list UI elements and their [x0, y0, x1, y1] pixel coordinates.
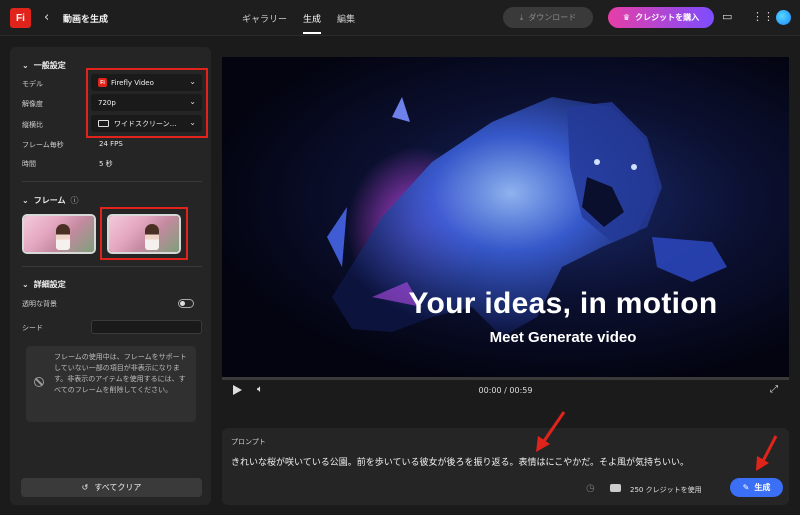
- generate-button[interactable]: ✎ 生成: [730, 478, 783, 497]
- notice-text: フレームの使用中は、フレームをサポートしていない一部の項目が非表示になります。非…: [54, 353, 187, 394]
- apps-grid-icon[interactable]: ⋮⋮: [752, 10, 774, 23]
- info-icon[interactable]: ⓘ: [70, 195, 78, 206]
- model-label: モデル: [22, 80, 43, 88]
- first-frame-thumbnail[interactable]: [22, 214, 96, 254]
- transparent-bg-toggle[interactable]: [178, 299, 194, 308]
- back-arrow-icon[interactable]: ‹: [44, 10, 49, 25]
- top-bar: Fi ‹ 動画を生成 ギャラリー 生成 編集 ⤓ ダウンロード ♛ クレジットを…: [0, 0, 800, 36]
- feedback-icon[interactable]: ▭: [722, 10, 732, 23]
- buy-credits-button[interactable]: ♛ クレジットを購入: [608, 7, 714, 28]
- tab-gallery[interactable]: ギャラリー: [242, 12, 287, 34]
- video-headline: Your ideas, in motion: [408, 287, 718, 320]
- generate-icon: ✎: [742, 483, 750, 492]
- crown-icon: ♛: [622, 13, 631, 22]
- credits-text: 250 クレジットを使用: [630, 486, 702, 494]
- prompt-panel: プロンプト きれいな桜が咲いている公園。前を歩いている彼女が後ろを振り返る。表情…: [222, 428, 789, 505]
- history-icon[interactable]: ◷: [586, 483, 595, 494]
- fps-label: フレーム毎秒: [22, 141, 64, 149]
- annotation-arrow-icon: [536, 411, 566, 452]
- firefly-logo[interactable]: Fi: [10, 8, 31, 28]
- reset-icon: ↺: [81, 483, 89, 492]
- duration-value: 5 秒: [99, 160, 113, 168]
- avatar[interactable]: [776, 10, 791, 25]
- prompt-input[interactable]: きれいな桜が咲いている公園。前を歩いている彼女が後ろを振り返る。表情はにこやかだ…: [231, 455, 689, 468]
- frames-header[interactable]: ⌄ フレーム ⓘ: [22, 195, 78, 206]
- duration-label: 時間: [22, 160, 36, 168]
- chevron-down-icon: ⌄: [22, 61, 29, 70]
- seed-label: シード: [22, 324, 43, 332]
- annotation-arrow-icon: [756, 435, 778, 471]
- video-preview[interactable]: Your ideas, in motion Meet Generate vide…: [222, 57, 789, 377]
- fullscreen-icon[interactable]: ⤢: [770, 384, 778, 395]
- divider: [22, 266, 202, 267]
- highlight-box: [100, 207, 188, 260]
- advanced-settings-header[interactable]: ⌄ 詳細設定: [22, 279, 66, 290]
- ban-icon: [34, 377, 44, 387]
- chevron-down-icon: ⌄: [22, 280, 29, 289]
- download-button[interactable]: ⤓ ダウンロード: [503, 7, 593, 28]
- aspect-ratio-label: 縦横比: [22, 121, 43, 129]
- seed-input[interactable]: [91, 320, 202, 334]
- fps-value: 24 FPS: [99, 140, 123, 148]
- download-icon: ⤓: [519, 12, 524, 22]
- page-title: 動画を生成: [63, 15, 109, 25]
- transparent-bg-label: 透明な背景: [22, 300, 57, 308]
- main-nav: ギャラリー 生成 編集: [242, 12, 371, 34]
- divider: [22, 181, 202, 182]
- tab-edit[interactable]: 編集: [337, 12, 355, 34]
- video-time: 00:00 / 00:59: [478, 386, 533, 395]
- video-subheadline: Meet Generate video: [489, 329, 637, 346]
- credits-icon: [610, 484, 621, 492]
- resolution-label: 解像度: [22, 100, 43, 108]
- video-controls: 🔈︎ 00:00 / 00:59 ⤢: [222, 380, 789, 402]
- frame-image: [24, 216, 94, 252]
- frames-notice: フレームの使用中は、フレームをサポートしていない一部の項目が非表示になります。非…: [26, 346, 196, 422]
- chevron-down-icon: ⌄: [22, 196, 29, 205]
- general-settings-header[interactable]: ⌄ 一般設定: [22, 60, 66, 71]
- prompt-label: プロンプト: [231, 438, 266, 446]
- clear-all-button[interactable]: ↺ すべてクリア: [21, 478, 202, 497]
- tab-generate[interactable]: 生成: [303, 12, 322, 34]
- highlight-box: [86, 68, 208, 138]
